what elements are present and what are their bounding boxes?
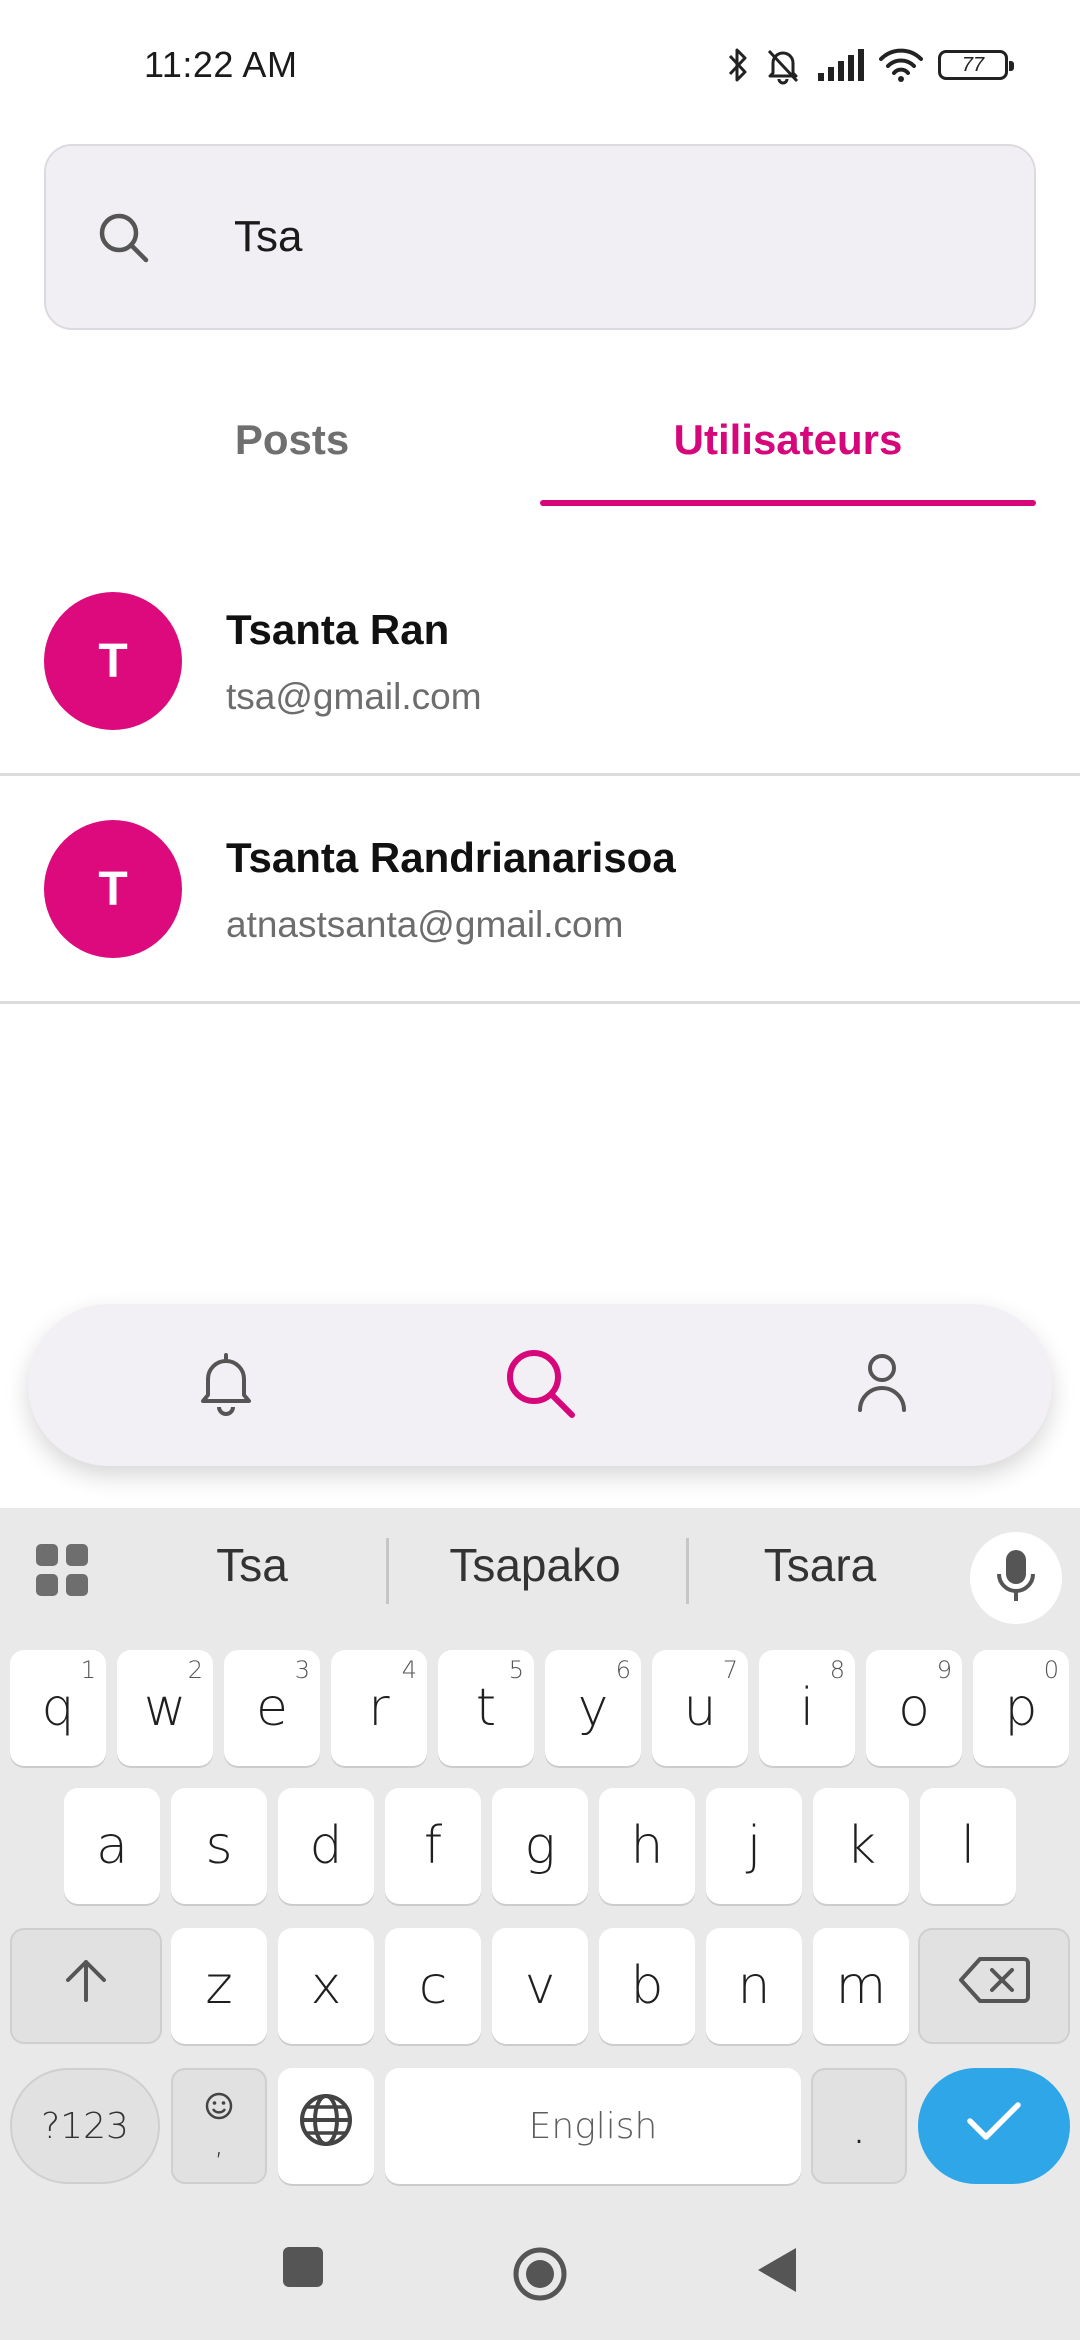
list-item[interactable]: T Tsanta Randrianarisoa atnastsanta@gmai… — [0, 776, 1080, 1004]
user-email: atnastsanta@gmail.com — [226, 904, 624, 945]
avatar: T — [44, 820, 182, 958]
suggestion-divider — [686, 1538, 689, 1604]
user-email: tsa@gmail.com — [226, 676, 482, 717]
backspace-icon — [958, 1955, 1030, 2018]
home-button[interactable] — [512, 2246, 568, 2307]
mic-icon — [996, 1548, 1036, 1609]
key-x[interactable]: x — [278, 1928, 374, 2044]
bottom-nav — [28, 1304, 1052, 1466]
status-time: 11:22 AM — [144, 44, 298, 85]
key-w[interactable]: w2 — [117, 1650, 213, 1766]
back-button[interactable] — [756, 2246, 798, 2299]
wifi-icon — [878, 47, 924, 83]
keyboard: Tsa Tsapako Tsara q1 w2 e3 r4 t5 y6 u7 i… — [0, 1508, 1080, 2340]
key-m[interactable]: m — [813, 1928, 909, 2044]
key-i[interactable]: i8 — [759, 1650, 855, 1766]
suggestion-divider — [386, 1538, 389, 1604]
key-y[interactable]: y6 — [545, 1650, 641, 1766]
nav-profile-button[interactable] — [782, 1304, 982, 1466]
key-o[interactable]: o9 — [866, 1650, 962, 1766]
key-j[interactable]: j — [706, 1788, 802, 1904]
suggestion-item[interactable]: Tsa — [152, 1538, 352, 1592]
suggestion-bar: Tsa Tsapako Tsara — [0, 1508, 1080, 1632]
nav-notifications-button[interactable] — [126, 1304, 326, 1466]
tab-indicator — [540, 500, 1036, 506]
language-key[interactable] — [278, 2068, 374, 2184]
system-nav-bar — [0, 2220, 1080, 2340]
space-key[interactable]: English — [385, 2068, 801, 2184]
search-icon — [502, 1345, 578, 1426]
bell-off-icon — [764, 45, 802, 85]
search-input[interactable]: Tsa — [44, 144, 1036, 330]
tab-posts[interactable]: Posts — [44, 380, 540, 506]
status-bar: 11:22 AM 77 — [0, 0, 1080, 130]
check-icon — [966, 2096, 1022, 2156]
key-l[interactable]: l — [920, 1788, 1016, 1904]
status-icons: 77 — [726, 40, 1014, 90]
key-e[interactable]: e3 — [224, 1650, 320, 1766]
suggestion-item[interactable]: Tsapako — [410, 1538, 660, 1592]
bell-icon — [194, 1349, 258, 1422]
backspace-key[interactable] — [918, 1928, 1070, 2044]
key-r[interactable]: r4 — [331, 1650, 427, 1766]
apps-grid-icon[interactable] — [34, 1542, 90, 1603]
key-z[interactable]: z — [171, 1928, 267, 2044]
tab-utilisateurs[interactable]: Utilisateurs — [540, 380, 1036, 506]
bluetooth-icon — [726, 45, 750, 85]
battery-icon: 77 — [938, 50, 1014, 80]
user-name: Tsanta Randrianarisoa — [226, 834, 676, 881]
done-key[interactable] — [918, 2068, 1070, 2184]
key-p[interactable]: p0 — [973, 1650, 1069, 1766]
search-value[interactable]: Tsa — [234, 212, 302, 262]
tab-bar: Posts Utilisateurs — [44, 380, 1036, 506]
key-d[interactable]: d — [278, 1788, 374, 1904]
key-f[interactable]: f — [385, 1788, 481, 1904]
key-c[interactable]: c — [385, 1928, 481, 2044]
emoji-icon — [204, 2091, 234, 2128]
globe-icon — [298, 2092, 354, 2161]
key-v[interactable]: v — [492, 1928, 588, 2044]
key-t[interactable]: t5 — [438, 1650, 534, 1766]
key-b[interactable]: b — [599, 1928, 695, 2044]
key-h[interactable]: h — [599, 1788, 695, 1904]
period-key[interactable]: . — [811, 2068, 907, 2184]
emoji-comma-key[interactable]: , — [171, 2068, 267, 2184]
symbols-key[interactable]: ?123 — [10, 2068, 160, 2184]
user-name: Tsanta Ran — [226, 606, 450, 653]
list-item[interactable]: T Tsanta Ran tsa@gmail.com — [0, 548, 1080, 776]
key-q[interactable]: q1 — [10, 1650, 106, 1766]
shift-icon — [62, 1956, 110, 2017]
key-g[interactable]: g — [492, 1788, 588, 1904]
signal-icon — [816, 47, 864, 83]
key-a[interactable]: a — [64, 1788, 160, 1904]
recents-button[interactable] — [282, 2246, 324, 2293]
mic-button[interactable] — [970, 1532, 1062, 1624]
search-icon — [94, 208, 154, 273]
suggestion-item[interactable]: Tsara — [720, 1538, 920, 1592]
key-n[interactable]: n — [706, 1928, 802, 2044]
shift-key[interactable] — [10, 1928, 162, 2044]
user-list: T Tsanta Ran tsa@gmail.com T Tsanta Rand… — [0, 548, 1080, 1004]
nav-search-button[interactable] — [440, 1304, 640, 1466]
key-u[interactable]: u7 — [652, 1650, 748, 1766]
avatar: T — [44, 592, 182, 730]
profile-icon — [852, 1350, 912, 1421]
key-k[interactable]: k — [813, 1788, 909, 1904]
key-s[interactable]: s — [171, 1788, 267, 1904]
